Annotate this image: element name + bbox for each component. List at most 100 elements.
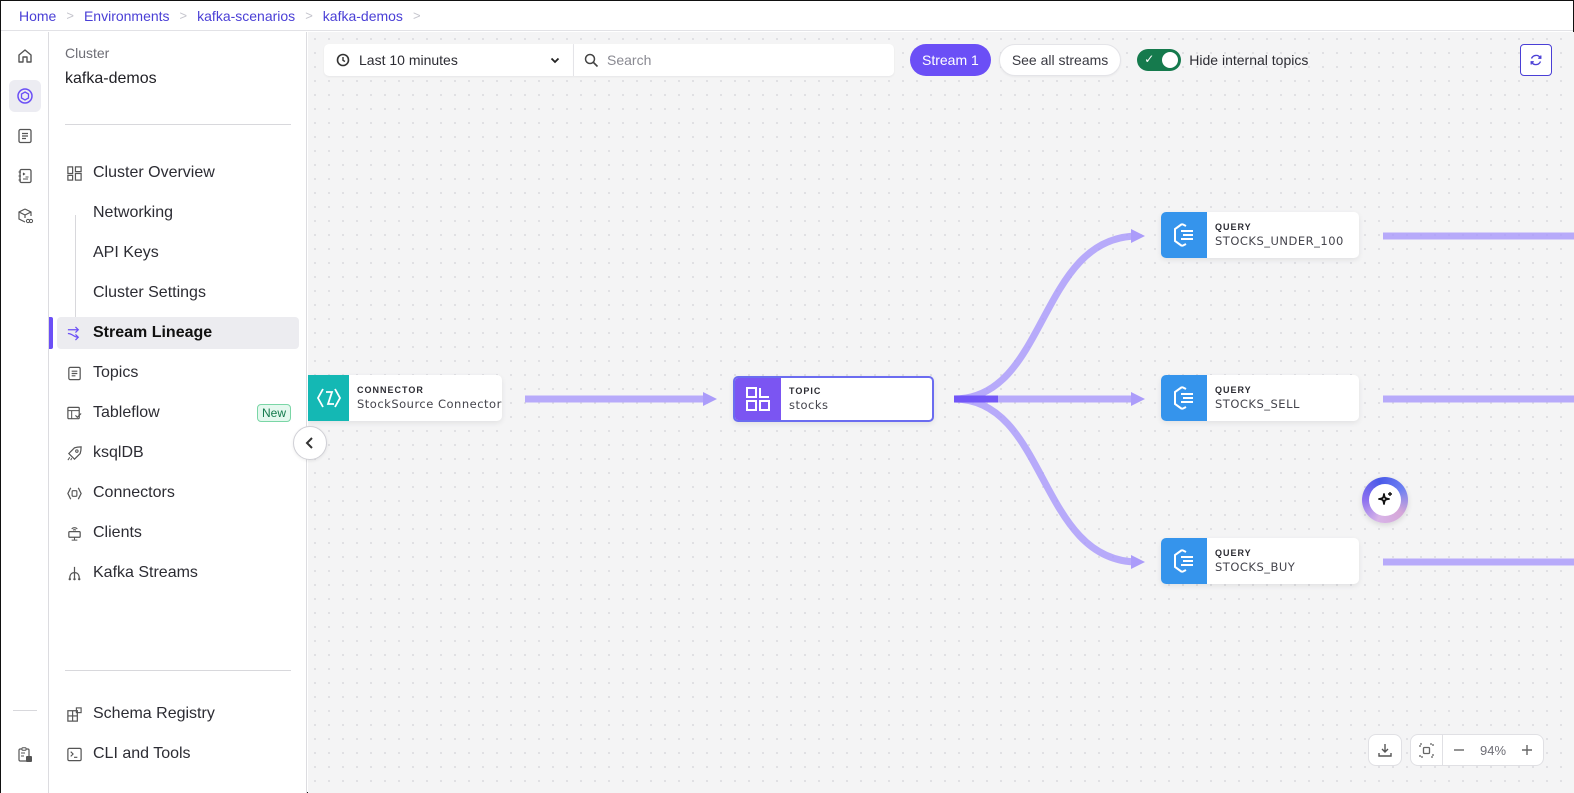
active-indicator <box>49 317 53 349</box>
rail-package-button[interactable] <box>9 200 41 232</box>
breadcrumb-separator-icon: > <box>179 8 188 23</box>
rail-notebook-button[interactable] <box>9 160 41 192</box>
sidebar-item-ksqldb[interactable]: ksqlDB <box>57 437 299 469</box>
sidebar-item-label: Connectors <box>93 484 175 501</box>
sidebar-item-schema-registry[interactable]: Schema Registry <box>57 698 299 730</box>
document-icon <box>18 128 32 144</box>
topic-node[interactable]: TOPIC stocks <box>733 376 934 422</box>
connector-node[interactable]: CONNECTOR StockSource Connector <box>308 375 502 421</box>
breadcrumb-separator-icon: > <box>412 8 421 23</box>
sidebar-item-label: Kafka Streams <box>93 564 198 581</box>
breadcrumb-home[interactable]: Home <box>19 8 56 24</box>
sidebar-item-connectors[interactable]: Connectors <box>57 477 299 509</box>
canvas-controls: 94% <box>1368 734 1544 766</box>
connector-icon <box>316 388 341 408</box>
collapse-sidebar-button[interactable] <box>293 426 327 460</box>
hide-internal-topics-toggle[interactable]: ✓ <box>1137 49 1182 71</box>
connector-node-tile <box>308 375 349 421</box>
sidebar-divider <box>65 124 291 125</box>
sidebar-item-cluster-settings[interactable]: Cluster Settings <box>57 277 299 309</box>
lineage-icon <box>65 324 83 342</box>
rail-clipboard-button[interactable] <box>9 739 41 771</box>
node-kind: QUERY <box>1215 222 1252 232</box>
chevron-left-icon <box>305 437 313 449</box>
sidebar-item-label: Cluster Overview <box>93 164 215 181</box>
search-icon <box>584 53 599 67</box>
breadcrumb-cluster[interactable]: kafka-demos <box>323 8 403 24</box>
refresh-icon <box>1530 54 1542 66</box>
node-kind: TOPIC <box>789 386 822 396</box>
download-icon <box>1378 744 1392 757</box>
terminal-icon <box>65 745 83 763</box>
sidebar-item-label: API Keys <box>93 244 159 261</box>
sidebar-item-clients[interactable]: Clients <box>57 517 299 549</box>
sidebar-item-api-keys[interactable]: API Keys <box>57 237 299 269</box>
connector-icon <box>65 484 83 502</box>
query-node[interactable]: QUERY STOCKS_BUY <box>1161 538 1359 584</box>
search-input[interactable] <box>607 52 877 68</box>
node-name: StockSource Connector <box>357 397 502 411</box>
package-link-icon <box>18 208 34 224</box>
sidebar-item-kafka-streams[interactable]: Kafka Streams <box>57 557 299 589</box>
clients-icon <box>65 524 83 542</box>
lineage-toolbar: Last 10 minutes Stream 1 See all streams… <box>324 44 1308 76</box>
ai-assistant-button[interactable] <box>1362 477 1408 523</box>
plus-icon <box>1522 745 1532 755</box>
download-button[interactable] <box>1368 734 1402 766</box>
sidebar-item-tableflow[interactable]: Tableflow New <box>57 397 299 429</box>
topics-icon <box>65 364 83 382</box>
fit-view-icon <box>1419 742 1434 758</box>
query-icon <box>1174 549 1193 573</box>
node-name: STOCKS_UNDER_100 <box>1215 234 1344 248</box>
node-kind: QUERY <box>1215 385 1252 395</box>
sidebar-item-label: Networking <box>93 204 174 221</box>
notebook-icon <box>18 168 32 184</box>
cluster-label: Cluster <box>65 45 110 61</box>
sidebar-item-cluster-overview[interactable]: Cluster Overview <box>57 157 299 189</box>
check-icon: ✓ <box>1144 52 1155 66</box>
sidebar-item-label: Topics <box>93 364 139 381</box>
lineage-canvas[interactable]: Last 10 minutes Stream 1 See all streams… <box>308 32 1574 793</box>
node-name: STOCKS_SELL <box>1215 397 1300 411</box>
sidebar-item-topics[interactable]: Topics <box>57 357 299 389</box>
sidebar-item-label: ksqlDB <box>93 444 144 461</box>
schema-icon <box>65 705 83 723</box>
sidebar: Cluster kafka-demos Cluster Overview Net… <box>49 32 307 793</box>
time-range-select[interactable]: Last 10 minutes <box>324 44 574 76</box>
rail-documents-button[interactable] <box>9 120 41 152</box>
node-kind: QUERY <box>1215 548 1252 558</box>
home-icon <box>18 49 32 63</box>
sidebar-item-label: CLI and Tools <box>93 745 191 762</box>
rail-home-button[interactable] <box>9 40 41 72</box>
new-badge: New <box>256 404 291 422</box>
breadcrumb-environment[interactable]: kafka-scenarios <box>197 8 295 24</box>
stream-1-button[interactable]: Stream 1 <box>910 44 991 76</box>
zoom-level: 94% <box>1479 742 1507 758</box>
sparkle-icon <box>1378 492 1392 505</box>
breadcrumb-environments[interactable]: Environments <box>84 8 170 24</box>
edge-topic-to-query <box>953 229 1145 403</box>
fit-view-button[interactable] <box>1411 735 1443 765</box>
breadcrumb-separator-icon: > <box>66 8 74 23</box>
query-node[interactable]: QUERY STOCKS_UNDER_100 <box>1161 212 1359 258</box>
sidebar-item-cli-tools[interactable]: CLI and Tools <box>57 738 299 770</box>
sidebar-item-networking[interactable]: Networking <box>57 197 299 229</box>
query-node[interactable]: QUERY STOCKS_SELL <box>1161 375 1359 421</box>
time-range-value: Last 10 minutes <box>359 52 458 68</box>
toggle-knob <box>1162 52 1179 68</box>
sidebar-item-label: Tableflow <box>93 404 160 421</box>
node-name: stocks <box>789 398 829 412</box>
see-all-streams-button[interactable]: See all streams <box>998 44 1122 76</box>
search-field[interactable] <box>574 44 894 76</box>
refresh-button[interactable] <box>1520 44 1552 76</box>
sidebar-item-stream-lineage[interactable]: Stream Lineage <box>57 317 299 349</box>
clipboard-icon <box>18 747 32 762</box>
sidebar-item-label: Schema Registry <box>93 705 215 722</box>
query-node-tile <box>1161 538 1207 584</box>
zoom-out-button[interactable] <box>1443 735 1475 765</box>
sidebar-item-label: Cluster Settings <box>93 284 206 301</box>
node-kind: CONNECTOR <box>357 385 424 395</box>
zoom-in-button[interactable] <box>1511 735 1543 765</box>
rail-cluster-button[interactable] <box>9 80 41 112</box>
rail-divider <box>13 710 37 711</box>
